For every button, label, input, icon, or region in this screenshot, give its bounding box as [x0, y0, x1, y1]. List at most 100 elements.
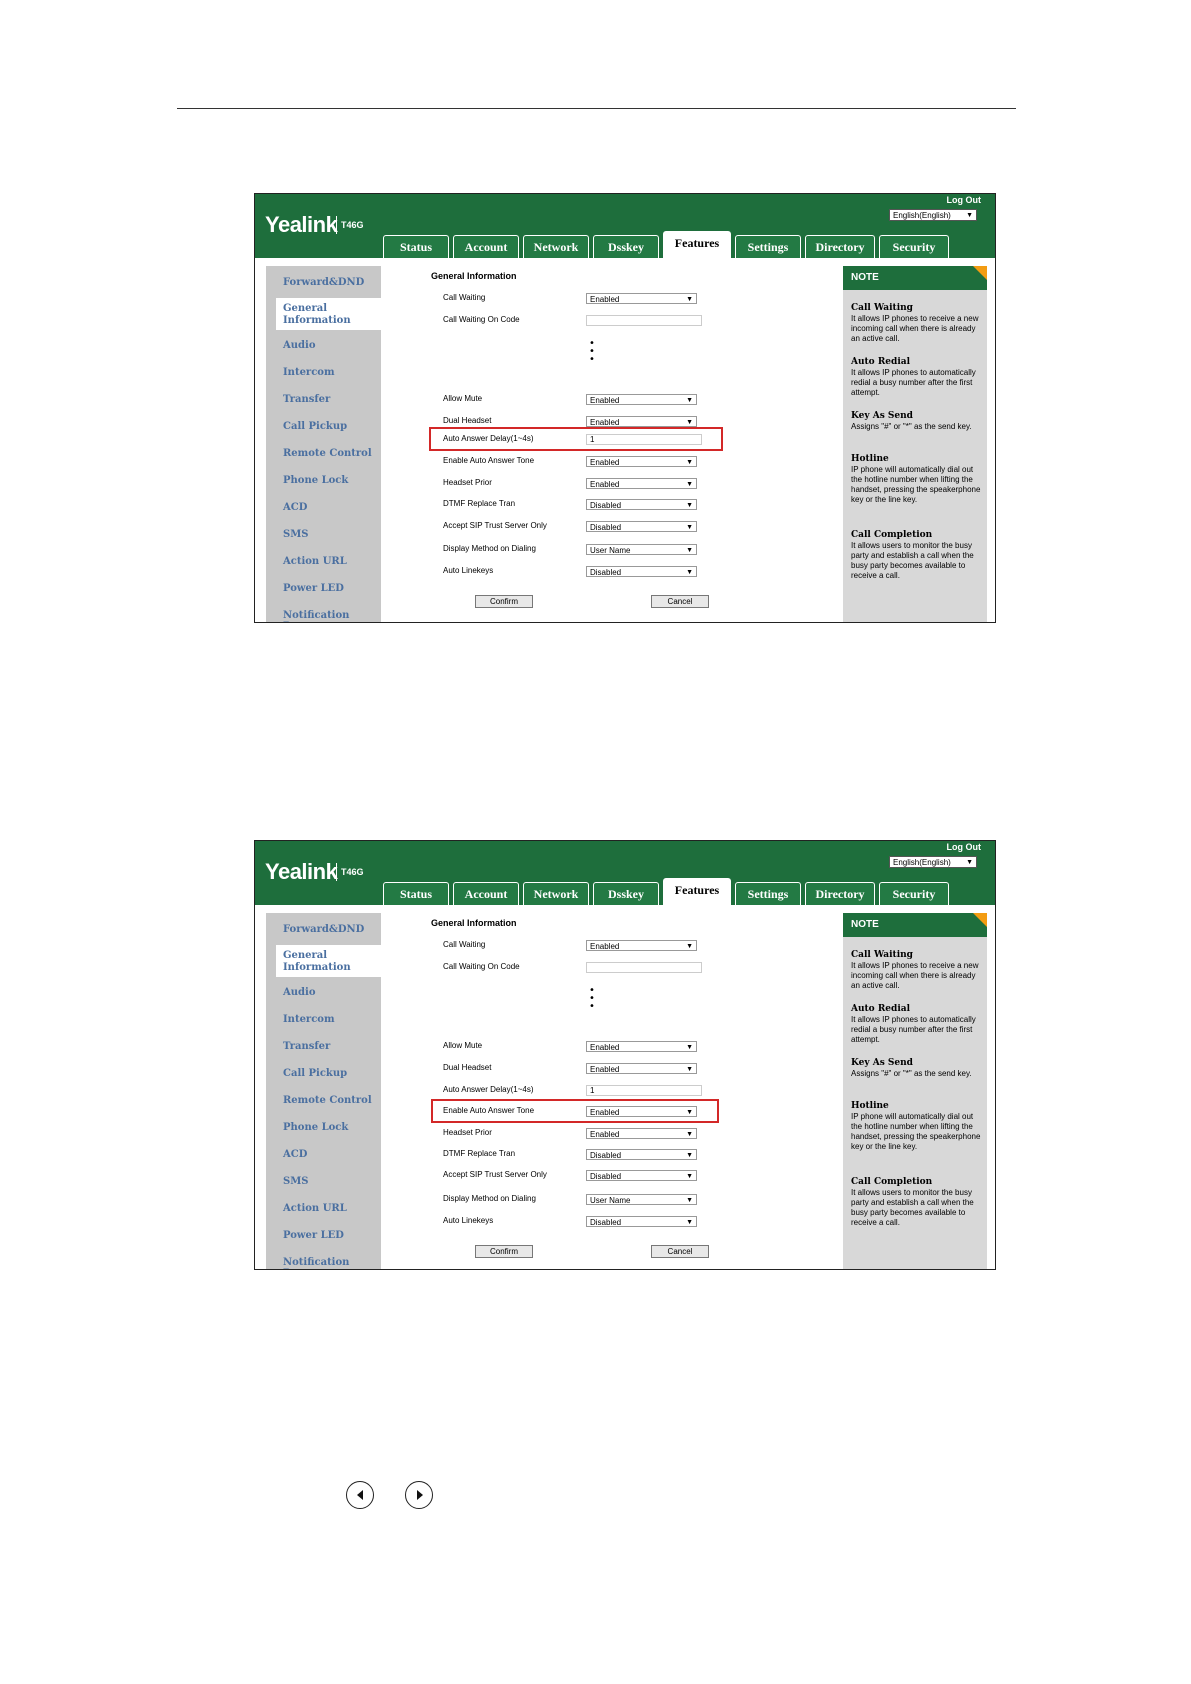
accept-sip-trust-server-only-select[interactable]: Disabled ▼ [586, 1170, 697, 1181]
tab-status[interactable]: Status [383, 882, 449, 905]
display-method-on-dialing-value: User Name [590, 546, 631, 555]
page-top-rule [177, 108, 1016, 109]
call-waiting-select[interactable]: Enabled ▼ [586, 940, 697, 951]
note-item-text: Assigns "#" or "*" as the send key. [851, 422, 972, 431]
call-waiting-select[interactable]: Enabled ▼ [586, 293, 697, 304]
sidebar-item-remote-control[interactable]: Remote Control [283, 448, 372, 459]
note-item-title: Auto Redial [851, 1004, 910, 1014]
dtmf-replace-tran-select[interactable]: Disabled ▼ [586, 499, 697, 510]
sidebar-item-notification-popups[interactable]: Notification Popups [283, 1257, 381, 1269]
chevron-down-icon: ▼ [686, 1131, 693, 1138]
tab-settings[interactable]: Settings [735, 882, 801, 905]
sidebar-item-action-url[interactable]: Action URL [283, 1203, 347, 1214]
headset-prior-select[interactable]: Enabled ▼ [586, 478, 697, 489]
sidebar-item-call-pickup[interactable]: Call Pickup [283, 1068, 347, 1079]
sidebar-item-sms[interactable]: SMS [283, 529, 309, 540]
sidebar-item-forward-dnd[interactable]: Forward&DND [283, 924, 364, 935]
model-label: T46G [336, 863, 364, 881]
confirm-button[interactable]: Confirm [475, 1245, 533, 1258]
sidebar-item-call-pickup[interactable]: Call Pickup [283, 421, 347, 432]
auto-answer-delay-input[interactable]: 1 [586, 434, 702, 445]
language-select[interactable]: English(English) ▼ [889, 209, 977, 221]
enable-auto-answer-tone-select[interactable]: Enabled ▼ [586, 1106, 697, 1117]
tab-account[interactable]: Account [453, 882, 519, 905]
note-item-text: It allows IP phones to receive a new inc… [851, 314, 979, 343]
tab-security[interactable]: Security [879, 882, 949, 905]
note-item-title: Call Waiting [851, 950, 913, 960]
tab-status[interactable]: Status [383, 235, 449, 258]
ellipsis-vertical-icon: • • • [589, 985, 595, 1012]
sidebar-item-sms[interactable]: SMS [283, 1176, 309, 1187]
call-waiting-on-code-input[interactable] [586, 315, 702, 326]
sidebar-item-general-information[interactable]: General Information [283, 950, 353, 974]
chevron-down-icon: ▼ [686, 459, 693, 466]
sidebar-item-forward-dnd[interactable]: Forward&DND [283, 277, 364, 288]
chevron-down-icon: ▼ [686, 1109, 693, 1116]
sidebar-item-phone-lock[interactable]: Phone Lock [283, 1122, 348, 1133]
language-select[interactable]: English(English) ▼ [889, 856, 977, 868]
tab-directory[interactable]: Directory [805, 235, 875, 258]
note-item-title: Call Completion [851, 1177, 933, 1187]
chevron-down-icon: ▼ [686, 547, 693, 554]
note-panel: NOTE Call Waiting It allows IP phones to… [843, 266, 987, 622]
note-item-title: Auto Redial [851, 357, 910, 367]
logout-link[interactable]: Log Out [947, 195, 982, 205]
headset-prior-select[interactable]: Enabled ▼ [586, 1128, 697, 1139]
dual-headset-select[interactable]: Enabled ▼ [586, 416, 697, 427]
auto-linekeys-select[interactable]: Disabled ▼ [586, 1216, 697, 1227]
cancel-button[interactable]: Cancel [651, 595, 709, 608]
sidebar-item-audio[interactable]: Audio [283, 340, 316, 351]
sidebar-item-transfer[interactable]: Transfer [283, 394, 330, 405]
tab-settings[interactable]: Settings [735, 235, 801, 258]
auto-linekeys-value: Disabled [590, 568, 622, 577]
model-label: T46G [336, 216, 364, 234]
sidebar-item-power-led[interactable]: Power LED [283, 583, 344, 594]
sidebar-item-remote-control[interactable]: Remote Control [283, 1095, 372, 1106]
call-waiting-value: Enabled [590, 942, 620, 951]
tab-network[interactable]: Network [523, 882, 589, 905]
allow-mute-select[interactable]: Enabled ▼ [586, 1041, 697, 1052]
tab-features[interactable]: Features [663, 231, 731, 258]
tab-dsskey[interactable]: Dsskey [593, 882, 659, 905]
sidebar-item-power-led[interactable]: Power LED [283, 1230, 344, 1241]
confirm-button[interactable]: Confirm [475, 595, 533, 608]
tab-security[interactable]: Security [879, 235, 949, 258]
tab-dsskey[interactable]: Dsskey [593, 235, 659, 258]
sidebar-item-action-url[interactable]: Action URL [283, 556, 347, 567]
dual-headset-label: Dual Headset [443, 1063, 492, 1072]
dtmf-replace-tran-label: DTMF Replace Tran [443, 1149, 516, 1158]
sidebar-item-transfer[interactable]: Transfer [283, 1041, 330, 1052]
dual-headset-select[interactable]: Enabled ▼ [586, 1063, 697, 1074]
sidebar-item-acd[interactable]: ACD [283, 502, 307, 513]
sidebar-item-acd[interactable]: ACD [283, 1149, 307, 1160]
brand-logo: Yealink [265, 212, 338, 237]
auto-linekeys-label: Auto Linekeys [443, 1216, 494, 1225]
sidebar: Forward&DND General Information Audio In… [266, 266, 381, 622]
tab-account[interactable]: Account [453, 235, 519, 258]
sidebar-item-phone-lock[interactable]: Phone Lock [283, 475, 348, 486]
language-value: English(English) [893, 211, 951, 220]
auto-answer-delay-input[interactable]: 1 [586, 1085, 702, 1096]
call-waiting-on-code-input[interactable] [586, 962, 702, 973]
sidebar-item-audio[interactable]: Audio [283, 987, 316, 998]
tab-network[interactable]: Network [523, 235, 589, 258]
dtmf-replace-tran-select[interactable]: Disabled ▼ [586, 1149, 697, 1160]
tab-features[interactable]: Features [663, 878, 731, 905]
allow-mute-select[interactable]: Enabled ▼ [586, 394, 697, 405]
sidebar-item-general-information[interactable]: General Information [283, 303, 353, 327]
enable-auto-answer-tone-value: Enabled [590, 458, 620, 467]
accept-sip-trust-server-only-select[interactable]: Disabled ▼ [586, 521, 697, 532]
auto-linekeys-select[interactable]: Disabled ▼ [586, 566, 697, 577]
cancel-button[interactable]: Cancel [651, 1245, 709, 1258]
sidebar-item-intercom[interactable]: Intercom [283, 1014, 335, 1025]
note-item-title: Call Waiting [851, 303, 913, 313]
display-method-on-dialing-select[interactable]: User Name ▼ [586, 544, 697, 555]
logout-link[interactable]: Log Out [947, 842, 982, 852]
display-method-on-dialing-select[interactable]: User Name ▼ [586, 1194, 697, 1205]
tab-directory[interactable]: Directory [805, 882, 875, 905]
brand-logo: Yealink [265, 859, 338, 884]
note-item-text: It allows users to monitor the busy part… [851, 541, 974, 580]
sidebar-item-intercom[interactable]: Intercom [283, 367, 335, 378]
sidebar-item-notification-popups[interactable]: Notification Popups [283, 610, 381, 622]
enable-auto-answer-tone-select[interactable]: Enabled ▼ [586, 456, 697, 467]
